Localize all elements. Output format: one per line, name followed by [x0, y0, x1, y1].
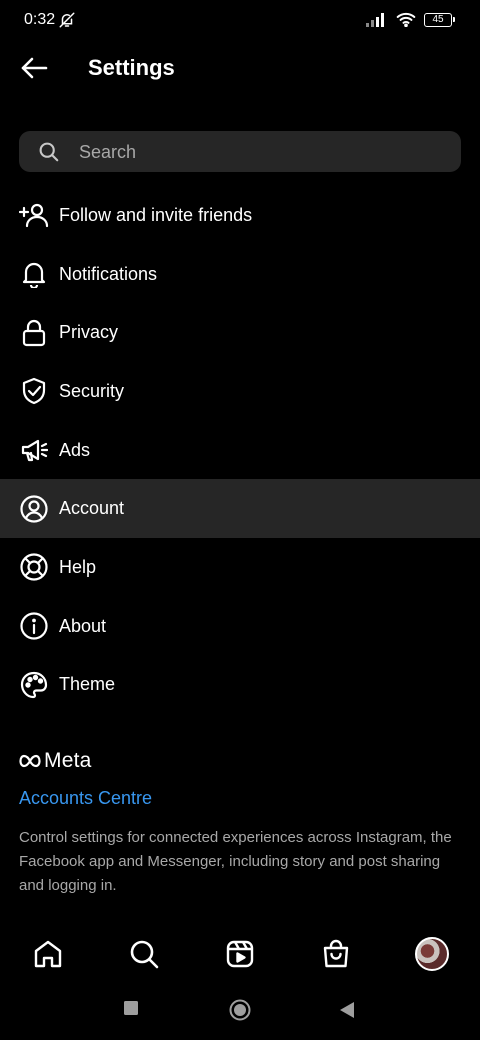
search-icon — [130, 940, 159, 969]
add-person-icon — [19, 204, 49, 228]
menu-item-label: About — [59, 615, 107, 636]
menu-item-ads[interactable]: Ads — [0, 421, 480, 480]
meta-infinity-icon — [19, 754, 41, 768]
nav-home[interactable] — [28, 934, 68, 974]
menu-item-label: Follow and invite friends — [59, 204, 253, 225]
nav-shop[interactable] — [316, 934, 356, 974]
wifi-icon — [396, 12, 416, 27]
accounts-centre-description: Control settings for connected experienc… — [19, 829, 452, 894]
search-input[interactable] — [77, 131, 451, 174]
bell-icon — [22, 263, 46, 289]
menu-item-label: Help — [59, 556, 97, 577]
menu-item-label: Security — [59, 380, 125, 401]
megaphone-icon — [21, 439, 48, 462]
home-circle-icon[interactable] — [229, 999, 251, 1021]
accounts-centre-link[interactable]: Accounts Centre — [19, 788, 152, 809]
menu-item-follow-invite[interactable]: Follow and invite friends — [0, 186, 480, 245]
menu-item-notifications[interactable]: Notifications — [0, 245, 480, 304]
system-nav-bar — [0, 985, 480, 1040]
lock-icon — [22, 319, 46, 346]
recents-square-icon[interactable] — [124, 1001, 138, 1015]
menu-item-theme[interactable]: Theme — [0, 656, 480, 715]
battery-icon: 45 — [424, 12, 455, 27]
nav-profile[interactable] — [412, 934, 452, 974]
status-icons: 45 — [366, 12, 455, 27]
profile-avatar — [415, 937, 449, 971]
shield-icon — [22, 378, 46, 405]
page-title: Settings — [88, 55, 175, 80]
search-bar[interactable] — [19, 131, 461, 174]
menu-item-privacy[interactable]: Privacy — [0, 303, 480, 362]
header: Settings — [0, 46, 480, 90]
back-button[interactable] — [14, 52, 54, 84]
palette-icon — [20, 671, 48, 698]
search-icon — [39, 142, 59, 162]
menu-item-label: Privacy — [59, 322, 119, 343]
shop-bag-icon — [323, 939, 349, 968]
menu-item-help[interactable]: Help — [0, 538, 480, 597]
menu-item-label: Account — [59, 498, 125, 519]
back-arrow-icon — [21, 57, 48, 79]
reels-icon — [226, 940, 254, 968]
nav-reels[interactable] — [220, 934, 260, 974]
meta-logo: Meta — [19, 749, 92, 773]
lifebuoy-icon — [20, 553, 48, 582]
menu-item-about[interactable]: About — [0, 597, 480, 656]
info-icon — [20, 612, 48, 640]
settings-menu: Follow and invite friends Notifications … — [0, 186, 480, 714]
person-circle-icon — [20, 495, 48, 523]
status-bar: 0:32 45 — [0, 0, 480, 42]
nav-search[interactable] — [124, 934, 164, 974]
bell-muted-icon — [59, 12, 75, 28]
menu-item-label: Notifications — [59, 263, 158, 284]
meta-logo-text: Meta — [44, 749, 92, 772]
home-icon — [34, 940, 62, 968]
status-time: 0:32 — [24, 11, 56, 28]
menu-item-security[interactable]: Security — [0, 362, 480, 421]
menu-item-account[interactable]: Account — [0, 479, 480, 539]
signal-icon — [366, 12, 384, 27]
menu-item-label: Ads — [59, 439, 91, 460]
menu-item-label: Theme — [59, 674, 116, 695]
back-triangle-icon[interactable] — [339, 1002, 355, 1018]
bottom-nav — [0, 920, 480, 984]
